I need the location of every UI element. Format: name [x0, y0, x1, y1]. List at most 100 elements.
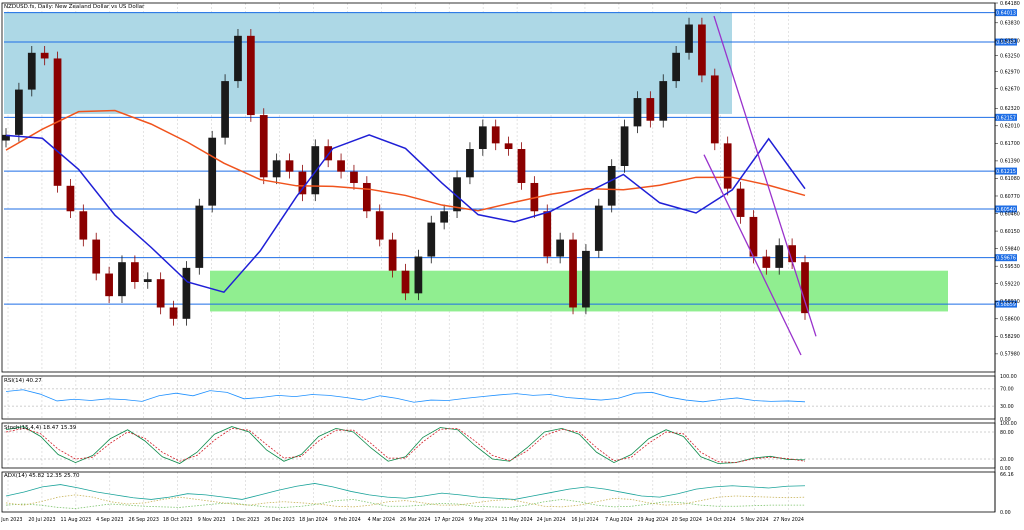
candle-body — [633, 98, 642, 127]
trading-chart[interactable]: 0.64013 0.63485 0.62157 0.61215 0.60540 0.596… — [0, 0, 1024, 526]
candle-body — [272, 160, 281, 178]
candle-body — [221, 81, 229, 138]
candle-body — [710, 75, 719, 144]
candle-body — [556, 239, 565, 257]
date-axis-label: 5 Nov 2024 — [741, 517, 769, 523]
candle-body — [736, 188, 745, 217]
candle-body — [40, 52, 49, 59]
date-axis-label: 28 Jun 2023 — [0, 517, 22, 523]
price-axis-label: 0.61700 — [1000, 141, 1020, 147]
price-axis-label: 0.57980 — [1000, 352, 1020, 358]
date-axis-label: 26 Sep 2023 — [129, 517, 159, 523]
stoch-axis-label: 20.00 — [1000, 457, 1014, 463]
candle-body — [362, 182, 371, 212]
chart-canvas[interactable]: 0.640130.634850.621570.612150.605400.596… — [0, 0, 1024, 526]
level-price-label: 0.64013 — [996, 11, 1016, 17]
candle-body — [311, 146, 320, 195]
candle-body — [169, 307, 178, 319]
date-axis-label: 9 Feb 2024 — [334, 517, 361, 523]
price-axis-label: 0.59840 — [1000, 246, 1020, 252]
candle-body — [517, 149, 526, 183]
price-axis-label: 0.60150 — [1000, 229, 1020, 235]
date-axis-label: 18 Jan 2024 — [299, 517, 328, 523]
price-axis-label: 0.60460 — [1000, 211, 1020, 217]
candle-body — [698, 24, 706, 76]
price-axis-label: 0.61390 — [1000, 159, 1020, 165]
candle-body — [246, 35, 255, 116]
candle-body — [234, 35, 242, 82]
date-axis-label: 17 Apr 2024 — [434, 517, 464, 523]
date-axis-label: 7 Aug 2024 — [605, 517, 633, 523]
candle-body — [427, 222, 436, 257]
price-axis-label: 0.62670 — [1000, 86, 1020, 92]
candle-body — [27, 52, 36, 90]
candle-body — [607, 165, 616, 206]
candle-body — [414, 256, 423, 294]
stoch-axis-label: 0.00 — [1000, 466, 1011, 472]
candle-body — [594, 205, 603, 251]
candle-body — [375, 211, 384, 240]
price-axis-label: 0.58290 — [1000, 334, 1020, 340]
candle-body — [388, 239, 397, 271]
candle-body — [620, 126, 629, 166]
level-price-label: 0.59676 — [996, 256, 1016, 262]
candle-body — [775, 245, 784, 268]
candle-body — [646, 98, 655, 121]
candle-body — [478, 126, 487, 150]
stoch-axis-label: 80.00 — [1000, 430, 1014, 436]
date-axis-label: 20 Jul 2023 — [28, 517, 55, 523]
candle-body — [723, 143, 732, 189]
date-axis-label: 29 Aug 2024 — [637, 517, 668, 523]
price-axis-label: 0.62010 — [1000, 124, 1020, 130]
candle-body — [543, 211, 552, 257]
adx-panel-title: ADX(14) 45.82 12.35 25.70 — [4, 473, 80, 479]
price-axis-label: 0.62970 — [1000, 69, 1020, 75]
candle-body — [672, 52, 680, 82]
stoch-panel-title: Stoch(15,4,4) 18.47 15.39 — [4, 425, 77, 431]
rsi-axis-label: 70.00 — [1000, 387, 1014, 393]
date-axis-label: 27 Nov 2024 — [773, 517, 804, 523]
price-axis-label: 0.58910 — [1000, 299, 1020, 305]
resistance-zone — [4, 12, 732, 114]
date-axis-label: 4 Mar 2024 — [368, 517, 395, 523]
candle-body — [79, 211, 88, 240]
date-axis-label: 9 Nov 2023 — [198, 517, 226, 523]
candle-body — [350, 171, 358, 183]
date-axis-label: 1 Dec 2023 — [232, 517, 260, 523]
price-axis-label: 0.61080 — [1000, 176, 1020, 182]
candle-body — [466, 149, 474, 178]
candle-body — [285, 160, 294, 172]
candle-body — [504, 143, 513, 150]
candle-body — [259, 115, 268, 178]
candle-body — [440, 211, 449, 223]
support-zone — [210, 270, 948, 312]
candle-body — [298, 171, 307, 195]
candle-body — [491, 126, 500, 144]
candle-body — [15, 89, 23, 135]
date-axis-label: 11 Aug 2023 — [61, 517, 92, 523]
candle-body — [762, 256, 771, 268]
stoch-axis-label: 100.00 — [1000, 421, 1017, 427]
candle-body — [105, 273, 113, 297]
candle-body — [659, 81, 668, 121]
candle-body — [685, 24, 693, 53]
candle-body — [401, 270, 410, 294]
candle-body — [208, 137, 217, 206]
adx-axis-label: 66.16 — [1000, 472, 1014, 478]
rsi-axis-label: 30.00 — [1000, 404, 1014, 410]
date-axis-label: 20 Sep 2024 — [672, 517, 702, 523]
candle-body — [801, 262, 809, 314]
price-axis-label: 0.58600 — [1000, 317, 1020, 323]
candle-body — [92, 239, 101, 274]
date-axis-label: 9 May 2024 — [469, 517, 497, 523]
price-axis-label: 0.63510 — [1000, 39, 1020, 45]
date-axis-label: 26 Dec 2023 — [264, 517, 295, 523]
date-axis-label: 26 Mar 2024 — [400, 517, 430, 523]
level-price-label: 0.61215 — [996, 169, 1016, 175]
candle-body — [66, 185, 75, 212]
date-axis-label: 24 Jun 2024 — [537, 517, 566, 523]
candle-body — [118, 262, 126, 297]
price-axis-label: 0.63830 — [1000, 21, 1020, 27]
candle-body — [337, 160, 345, 172]
level-price-label: 0.62157 — [996, 115, 1016, 121]
